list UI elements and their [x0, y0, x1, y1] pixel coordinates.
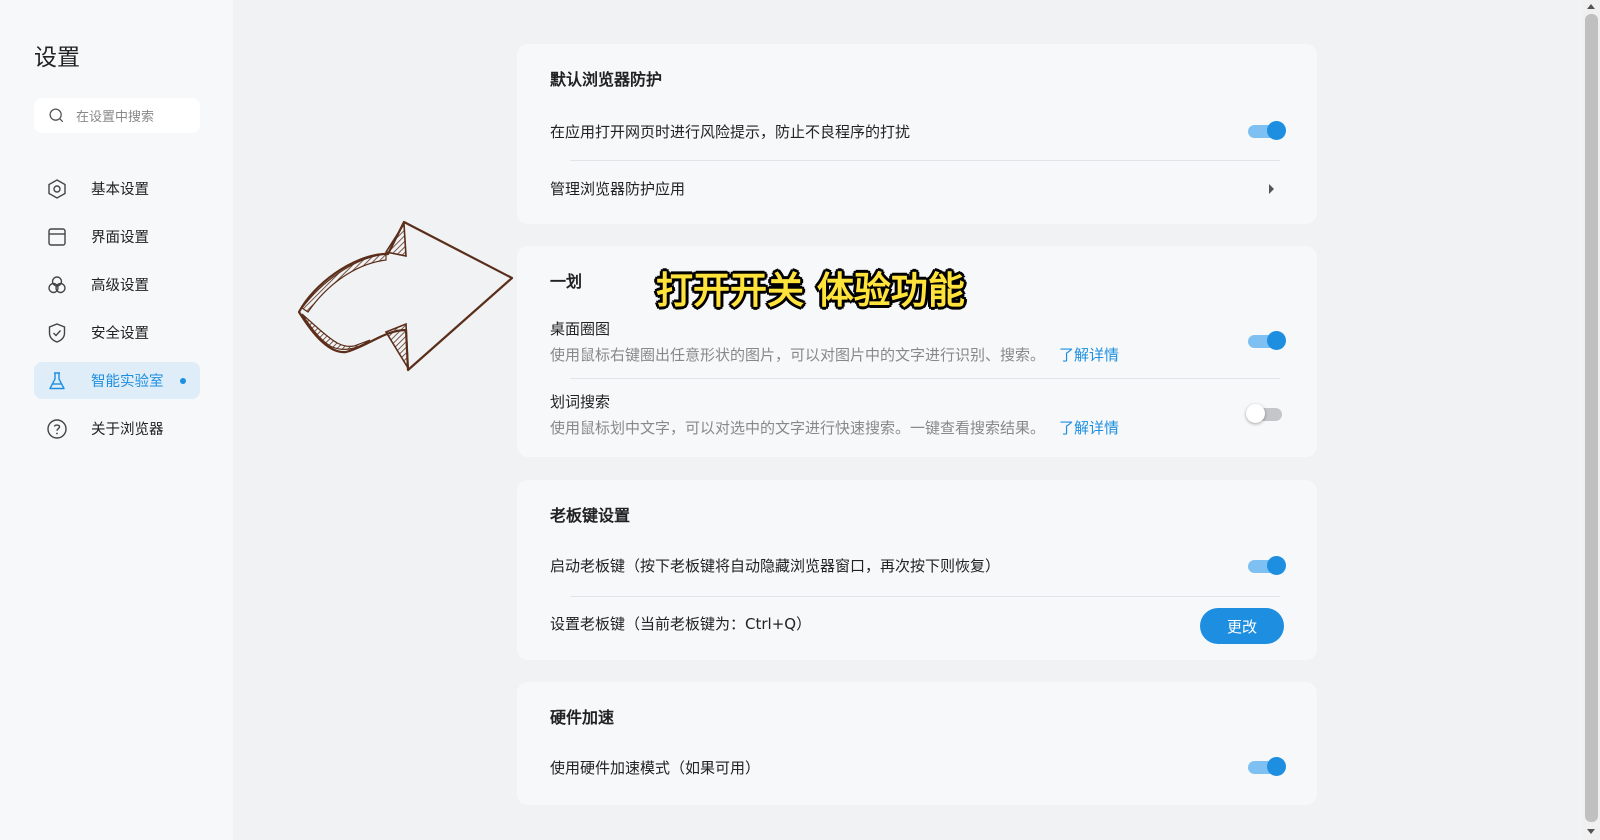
sidebar-item-basic[interactable]: 基本设置 [34, 170, 200, 207]
sidebar-item-interface[interactable]: 界面设置 [34, 218, 200, 255]
search-icon [49, 108, 64, 123]
word-search-desc-text: 使用鼠标划中文字，可以对选中的文字进行快速搜索。一键查看搜索结果。 [550, 419, 1046, 437]
risk-prompt-label: 在应用打开网页时进行风险提示，防止不良程序的打扰 [550, 123, 911, 141]
hexagon-settings-icon [46, 178, 68, 200]
scrollbar[interactable] [1583, 0, 1600, 840]
sidebar-item-label: 基本设置 [91, 182, 149, 198]
shield-icon [46, 322, 68, 344]
word-search-label: 划词搜索 [550, 393, 611, 411]
sidebar-item-advanced[interactable]: 高级设置 [34, 266, 200, 303]
toggle-knob [1246, 404, 1265, 423]
sidebar-item-smart-lab[interactable]: 智能实验室 [34, 362, 200, 399]
sidebar-item-label: 界面设置 [91, 230, 149, 246]
toggle-knob [1267, 757, 1286, 776]
card-hardware-acceleration: 硬件加速 使用硬件加速模式（如果可用） [517, 682, 1317, 805]
toggle-knob [1267, 331, 1286, 350]
learn-more-link[interactable]: 了解详情 [1059, 346, 1119, 364]
divider [570, 596, 1280, 597]
section-title: 默认浏览器防护 [550, 70, 663, 89]
risk-prompt-toggle[interactable] [1248, 121, 1286, 140]
boss-key-set-label: 设置老板键（当前老板键为：Ctrl+Q） [550, 615, 812, 633]
hardware-accel-toggle[interactable] [1248, 757, 1286, 776]
search-input[interactable]: 在设置中搜索 [34, 98, 200, 133]
change-boss-key-button[interactable]: 更改 [1200, 608, 1284, 644]
desktop-circle-label: 桌面圈图 [550, 320, 611, 338]
manage-protection-link[interactable]: 管理浏览器防护应用 [550, 178, 685, 199]
boss-key-enable-label: 启动老板键（按下老板键将自动隐藏浏览器窗口，再次按下则恢复） [550, 557, 1001, 575]
toggle-knob [1267, 556, 1286, 575]
annotation-caption: 打开开关 体验功能 [656, 269, 965, 312]
window-icon [46, 226, 68, 248]
sidebar-item-label: 关于浏览器 [91, 422, 164, 438]
sidebar-item-security[interactable]: 安全设置 [34, 314, 200, 351]
desktop-circle-desc: 使用鼠标右键圈出任意形状的图片，可以对图片中的文字进行识别、搜索。 了解详情 [550, 344, 1119, 365]
divider [570, 378, 1280, 379]
section-title: 一划 [550, 272, 583, 291]
sidebar-item-label: 智能实验室 [91, 374, 164, 390]
scroll-up-arrow-icon[interactable] [1587, 4, 1595, 9]
learn-more-link[interactable]: 了解详情 [1059, 419, 1119, 437]
flask-icon [46, 370, 68, 392]
desktop-circle-desc-text: 使用鼠标右键圈出任意形状的图片，可以对图片中的文字进行识别、搜索。 [550, 346, 1046, 364]
chevron-right-icon[interactable] [1269, 184, 1274, 194]
help-circle-icon [46, 418, 68, 440]
scrollbar-thumb[interactable] [1585, 14, 1598, 822]
sidebar-item-label: 安全设置 [91, 326, 149, 342]
sidebar-item-about[interactable]: 关于浏览器 [34, 410, 200, 447]
hardware-accel-label: 使用硬件加速模式（如果可用） [550, 759, 761, 777]
hand-drawn-arrow-icon [297, 220, 514, 372]
new-badge-dot [180, 378, 186, 384]
scroll-down-arrow-icon[interactable] [1587, 829, 1595, 834]
word-search-toggle[interactable] [1246, 404, 1284, 423]
divider [570, 160, 1280, 161]
toggle-knob [1267, 121, 1286, 140]
card-browser-protection: 默认浏览器防护 在应用打开网页时进行风险提示，防止不良程序的打扰 管理浏览器防护… [517, 44, 1317, 224]
card-boss-key: 老板键设置 启动老板键（按下老板键将自动隐藏浏览器窗口，再次按下则恢复） 设置老… [517, 480, 1317, 660]
sidebar-nav: 基本设置 界面设置 高级设置 安全设置 智能实验室 关于浏览器 [34, 170, 200, 458]
sidebar-item-label: 高级设置 [91, 278, 149, 294]
word-search-desc: 使用鼠标划中文字，可以对选中的文字进行快速搜索。一键查看搜索结果。 了解详情 [550, 417, 1119, 438]
section-title: 老板键设置 [550, 506, 631, 525]
sidebar: 设置 在设置中搜索 基本设置 界面设置 高级设置 安全设置 智能实验室 关于浏览… [0, 0, 233, 840]
page-title: 设置 [34, 45, 80, 71]
boss-key-toggle[interactable] [1248, 556, 1286, 575]
section-title: 硬件加速 [550, 708, 615, 727]
desktop-circle-toggle[interactable] [1248, 331, 1286, 350]
circles-icon [46, 274, 68, 296]
search-placeholder: 在设置中搜索 [76, 110, 155, 125]
